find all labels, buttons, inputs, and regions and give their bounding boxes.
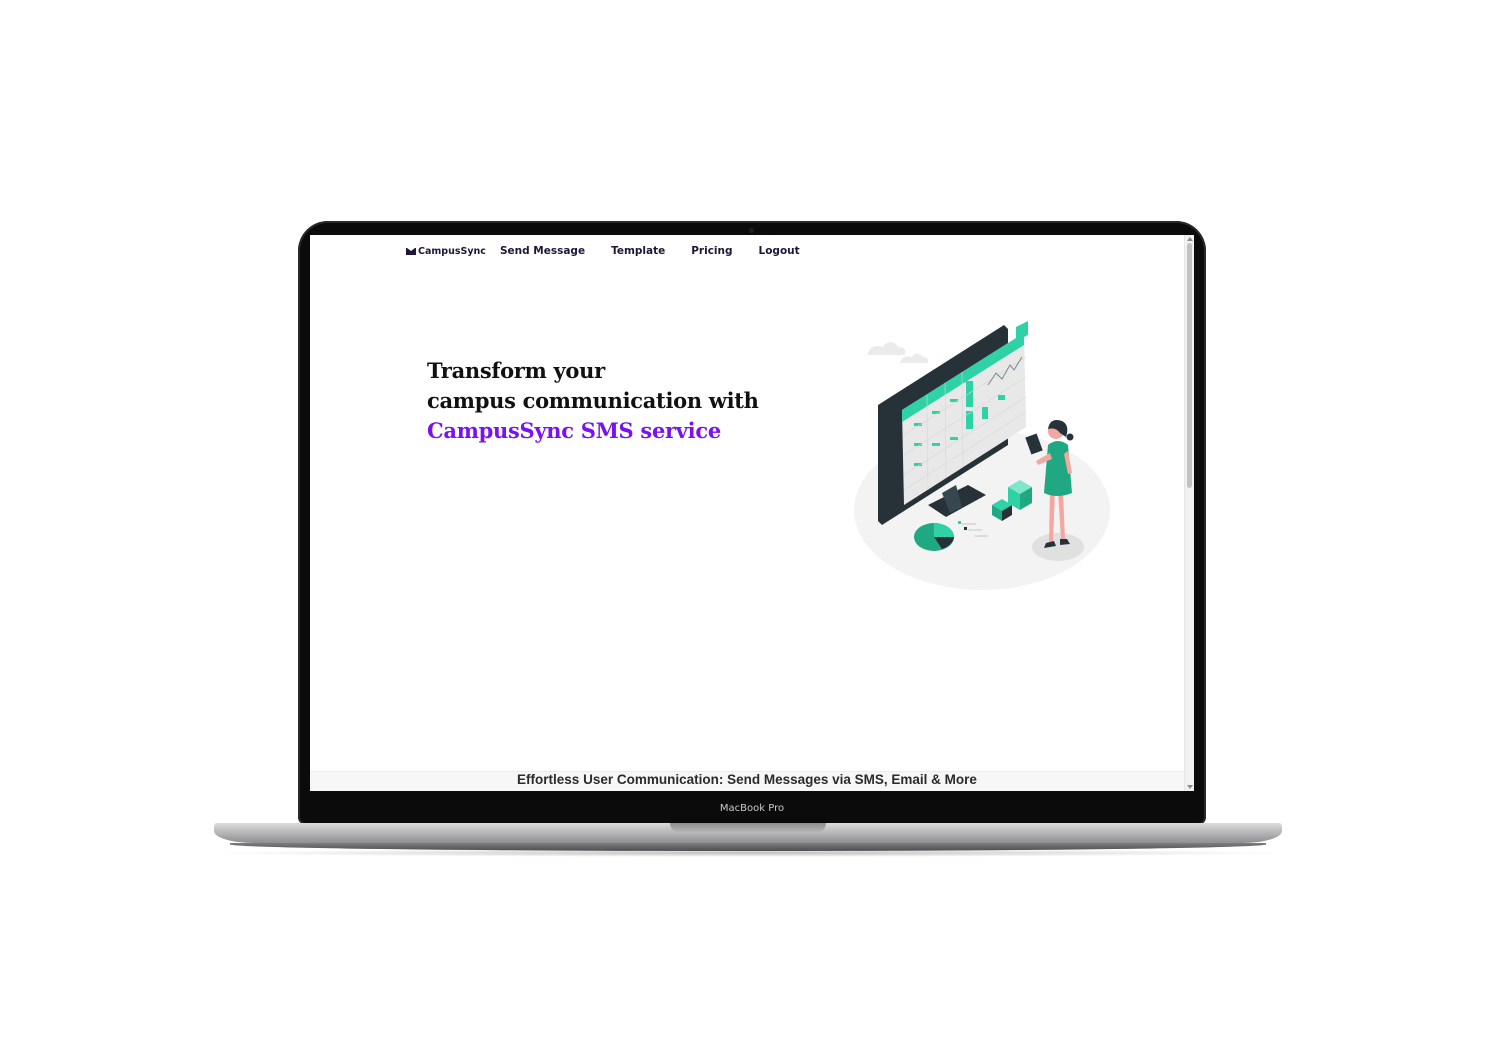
stage: CampusSync Send Message Template Pricing… [0, 0, 1500, 1038]
nav-send-message[interactable]: Send Message [500, 245, 585, 257]
device-model-label: MacBook Pro [719, 803, 785, 814]
brand-name: CampusSync [418, 245, 486, 257]
nav-template[interactable]: Template [611, 245, 665, 257]
scroll-down-icon[interactable] [1187, 785, 1193, 789]
top-nav: CampusSync Send Message Template Pricing… [406, 241, 826, 261]
hero-highlight: CampusSync SMS service [427, 418, 721, 443]
vertical-scrollbar[interactable] [1184, 235, 1194, 791]
browser-viewport: CampusSync Send Message Template Pricing… [310, 235, 1194, 791]
hero-line-2: campus communication with [427, 388, 759, 413]
laptop-notch [670, 823, 826, 832]
hero-line-1: Transform your [427, 358, 605, 383]
footer-banner: Effortless User Communication: Send Mess… [310, 771, 1184, 791]
hero-heading: Transform your campus communication with… [427, 356, 759, 446]
camera-icon [749, 228, 754, 233]
nav-pricing[interactable]: Pricing [691, 245, 732, 257]
nav-logout[interactable]: Logout [759, 245, 800, 257]
scroll-thumb[interactable] [1187, 243, 1192, 488]
analytics-dashboard-illustration [854, 321, 1110, 590]
mail-icon [406, 247, 416, 255]
scroll-up-icon[interactable] [1187, 237, 1193, 241]
brand-logo[interactable]: CampusSync [406, 246, 486, 257]
